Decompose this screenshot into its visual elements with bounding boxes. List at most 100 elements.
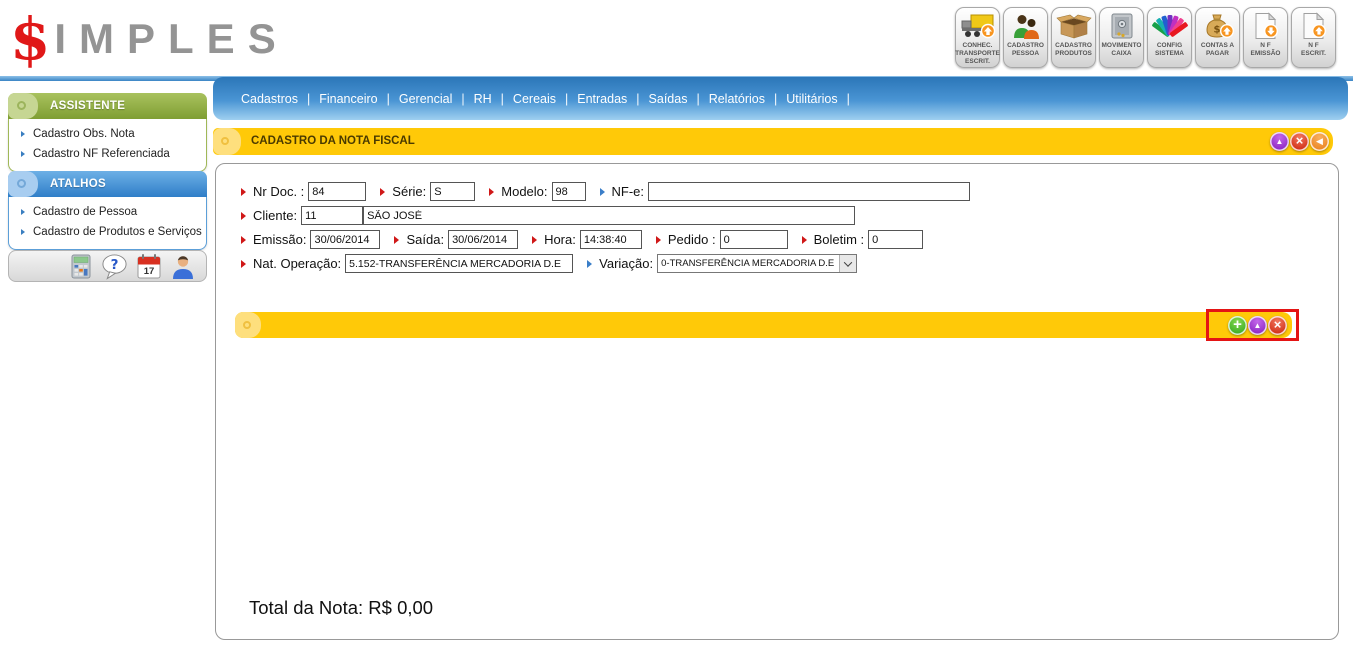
dropdown-button[interactable]	[839, 255, 856, 272]
hora-input[interactable]	[580, 230, 642, 249]
app-logo: $ IMPLES	[10, 4, 289, 74]
document-upload-icon	[1297, 10, 1331, 41]
menu-item-financeiro[interactable]: Financeiro	[319, 92, 377, 106]
bar-ring-icon	[221, 137, 229, 145]
calculator-icon	[68, 253, 94, 280]
toolbar-button-label: CONHEC. TRANSPORTE ESCRIT.	[955, 42, 1000, 65]
cliente-name-input[interactable]	[363, 206, 855, 225]
menu-item-cereais[interactable]: Cereais	[513, 92, 556, 106]
toolbar-button-nf-emissao[interactable]: N F EMISSÃO	[1243, 7, 1288, 68]
panel-ring-icon	[17, 179, 26, 188]
menu-separator: |	[636, 92, 639, 106]
serie-input[interactable]	[430, 182, 475, 201]
required-arrow-icon	[656, 236, 661, 244]
back-button[interactable]: ◀	[1310, 132, 1329, 151]
left-arrow-icon: ◀	[1316, 136, 1323, 147]
serie-label: Série:	[392, 184, 426, 199]
menu-item-saidas[interactable]: Saídas	[649, 92, 688, 106]
menu-item-gerencial[interactable]: Gerencial	[399, 92, 453, 106]
cliente-label: Cliente:	[253, 208, 297, 223]
emissao-input[interactable]	[310, 230, 380, 249]
modelo-label: Modelo:	[501, 184, 547, 199]
required-arrow-icon	[489, 188, 494, 196]
emissao-label: Emissão:	[253, 232, 306, 247]
menu-item-utilitarios[interactable]: Utilitários	[786, 92, 837, 106]
toolbar-button-nf-escrit[interactable]: N F ESCRIT.	[1291, 7, 1336, 68]
boletim-input[interactable]	[868, 230, 923, 249]
toolbar-button-label: CONTAS A PAGAR	[1201, 42, 1234, 58]
atalhos-panel: ATALHOS Cadastro de Pessoa Cadastro de P…	[8, 171, 207, 250]
items-bar-buttons: + ▲ ×	[1228, 316, 1287, 335]
sidebar-item-label: Cadastro de Produtos e Serviços	[33, 226, 202, 238]
menu-separator: |	[387, 92, 390, 106]
help-button[interactable]: ?	[101, 253, 128, 280]
info-arrow-icon	[600, 188, 605, 196]
toolbar-button-label: CONFIG SISTEMA	[1155, 42, 1184, 58]
variacao-select[interactable]: 0-TRANSFERÊNCIA MERCADORIA D.E	[657, 254, 857, 273]
required-arrow-icon	[241, 236, 246, 244]
toolbar-button-label: N F ESCRIT.	[1301, 42, 1326, 58]
add-item-button[interactable]: +	[1228, 316, 1247, 335]
menu-item-cadastros[interactable]: Cadastros	[241, 92, 298, 106]
modelo-input[interactable]	[552, 182, 586, 201]
menu-item-rh[interactable]: RH	[474, 92, 492, 106]
toolbar-button-label: CADASTRO PESSOA	[1007, 42, 1044, 58]
nfe-input[interactable]	[648, 182, 970, 201]
delete-item-button[interactable]: ×	[1268, 316, 1287, 335]
sidebar-item-label: Cadastro de Pessoa	[33, 206, 137, 218]
sidebar-item-cadastro-nf-referenciada[interactable]: Cadastro NF Referenciada	[9, 144, 206, 164]
variacao-label: Variação:	[599, 256, 653, 271]
bullet-arrow-icon	[21, 151, 25, 157]
toolbar-button-cadastro-pessoa[interactable]: CADASTRO PESSOA	[1003, 7, 1048, 68]
menu-item-relatorios[interactable]: Relatórios	[709, 92, 765, 106]
up-arrow-icon: ▲	[1254, 321, 1262, 330]
required-arrow-icon	[802, 236, 807, 244]
form-row-2: Cliente:	[241, 206, 855, 225]
toolbar-button-label: MOVIMENTO CAIXA	[1102, 42, 1142, 58]
svg-text:$: $	[1213, 24, 1220, 35]
chevron-down-icon	[844, 258, 852, 266]
toolbar-button-label: N F EMISSÃO	[1251, 42, 1281, 58]
atalhos-panel-header: ATALHOS	[8, 171, 207, 197]
calendar-icon: 17	[136, 253, 162, 280]
nat-operacao-input[interactable]	[345, 254, 573, 273]
people-icon	[1008, 10, 1044, 41]
calculator-button[interactable]	[67, 253, 94, 280]
sidebar-item-cadastro-de-pessoa[interactable]: Cadastro de Pessoa	[9, 202, 206, 222]
hora-label: Hora:	[544, 232, 576, 247]
toolbar-button-movimento-caixa[interactable]: MOVIMENTO CAIXA	[1099, 7, 1144, 68]
required-arrow-icon	[241, 260, 246, 268]
collapse-items-button[interactable]: ▲	[1248, 316, 1267, 335]
main-menu: Cadastros| Financeiro| Gerencial| RH| Ce…	[213, 77, 1348, 120]
color-fan-icon	[1152, 10, 1188, 41]
form-row-4: Nat. Operação: Variação: 0-TRANSFERÊNCIA…	[241, 254, 857, 273]
toolbar-button-cadastro-produtos[interactable]: CADASTRO PRODUTOS	[1051, 7, 1096, 68]
close-button[interactable]: ×	[1290, 132, 1309, 151]
close-icon: ×	[1296, 133, 1304, 148]
sidebar-item-label: Cadastro Obs. Nota	[33, 128, 135, 140]
quick-icon-bar: ? 17	[8, 250, 207, 282]
calendar-button[interactable]: 17	[135, 253, 162, 280]
sidebar-item-cadastro-obs-nota[interactable]: Cadastro Obs. Nota	[9, 124, 206, 144]
menu-item-entradas[interactable]: Entradas	[577, 92, 627, 106]
toolbar-button-config-sistema[interactable]: CONFIG SISTEMA	[1147, 7, 1192, 68]
nr-doc-input[interactable]	[308, 182, 366, 201]
toolbar-button-contas-a-pagar[interactable]: $ CONTAS A PAGAR	[1195, 7, 1240, 68]
user-button[interactable]	[169, 253, 196, 280]
cliente-code-input[interactable]	[301, 206, 363, 225]
variacao-selected-value: 0-TRANSFERÊNCIA MERCADORIA D.E	[661, 258, 834, 269]
pedido-input[interactable]	[720, 230, 788, 249]
nr-doc-label: Nr Doc. :	[253, 184, 304, 199]
bullet-arrow-icon	[21, 131, 25, 137]
pedido-label: Pedido :	[668, 232, 716, 247]
svg-text:?: ?	[111, 256, 119, 272]
plus-icon: +	[1233, 316, 1242, 333]
user-icon	[170, 253, 196, 280]
collapse-button[interactable]: ▲	[1270, 132, 1289, 151]
required-arrow-icon	[532, 236, 537, 244]
toolbar-button-conhec-transporte[interactable]: CONHEC. TRANSPORTE ESCRIT.	[955, 7, 1000, 68]
items-section-bar	[235, 312, 1292, 338]
saida-input[interactable]	[448, 230, 518, 249]
sidebar-item-cadastro-produtos-servicos[interactable]: Cadastro de Produtos e Serviços	[9, 222, 206, 242]
required-arrow-icon	[241, 188, 246, 196]
